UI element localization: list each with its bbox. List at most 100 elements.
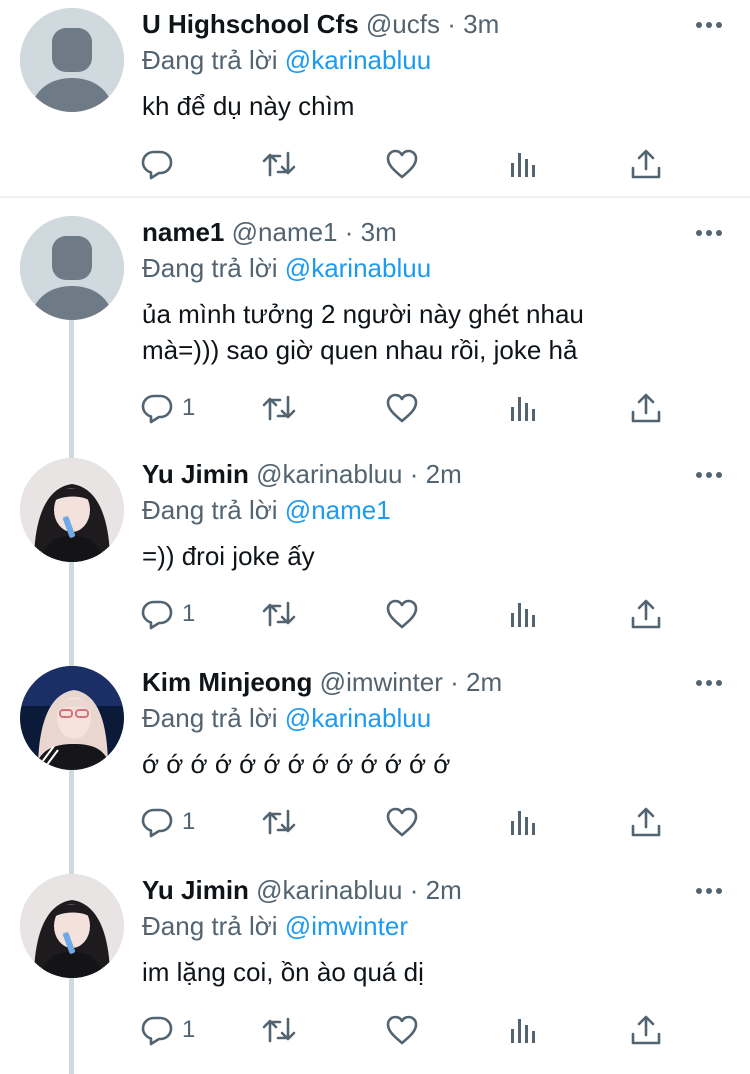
action-bar: 1 bbox=[140, 802, 680, 842]
avatar[interactable] bbox=[20, 216, 124, 320]
user-handle[interactable]: @karinabluu bbox=[256, 875, 402, 905]
tweet[interactable]: Yu Jimin @karinabluu · 2m Đang trả lời @… bbox=[0, 440, 750, 648]
more-options-button[interactable] bbox=[692, 458, 726, 492]
reply-button[interactable]: 1 bbox=[140, 388, 195, 428]
retweet-icon bbox=[262, 395, 296, 421]
avatar[interactable] bbox=[20, 8, 124, 112]
mention-link[interactable]: @name1 bbox=[285, 495, 391, 525]
retweet-button[interactable] bbox=[262, 1010, 296, 1050]
display-name[interactable]: name1 bbox=[142, 217, 224, 247]
user-handle[interactable]: @imwinter bbox=[320, 667, 443, 697]
analytics-icon bbox=[511, 397, 535, 421]
replying-to: Đang trả lời @imwinter bbox=[142, 908, 408, 944]
more-options-button[interactable] bbox=[692, 8, 726, 42]
share-icon bbox=[631, 393, 661, 423]
tweet[interactable]: U Highschool Cfs @ucfs · 3m Đang trả lời… bbox=[0, 0, 750, 196]
analytics-button[interactable] bbox=[507, 388, 541, 428]
share-button[interactable] bbox=[629, 144, 663, 184]
replying-prefix: Đang trả lời bbox=[142, 911, 278, 941]
reply-button[interactable]: 1 bbox=[140, 1010, 195, 1050]
action-bar: 1 bbox=[140, 594, 680, 634]
share-button[interactable] bbox=[629, 594, 663, 634]
avatar[interactable] bbox=[20, 458, 124, 562]
share-icon bbox=[631, 1015, 661, 1045]
display-name[interactable]: Yu Jimin bbox=[142, 875, 249, 905]
separator-dot: · bbox=[409, 875, 419, 905]
analytics-button[interactable] bbox=[507, 1010, 541, 1050]
analytics-button[interactable] bbox=[507, 802, 541, 842]
reply-button[interactable] bbox=[140, 144, 182, 184]
more-icon bbox=[696, 22, 722, 28]
tweet-text: im lặng coi, ồn ào quá dị bbox=[142, 957, 424, 987]
replying-to: Đang trả lời @karinabluu bbox=[142, 250, 431, 286]
replying-to: Đang trả lời @name1 bbox=[142, 492, 391, 528]
tweet-text: kh để dụ này chìm bbox=[142, 91, 355, 121]
timestamp[interactable]: 3m bbox=[463, 9, 499, 39]
reply-icon bbox=[141, 600, 173, 630]
more-icon bbox=[696, 230, 722, 236]
more-options-button[interactable] bbox=[692, 216, 726, 250]
tweet[interactable]: Kim Minjeong @imwinter · 2m Đang trả lời… bbox=[0, 648, 750, 856]
replying-prefix: Đang trả lời bbox=[142, 703, 278, 733]
user-handle[interactable]: @name1 bbox=[232, 217, 338, 247]
display-name[interactable]: Yu Jimin bbox=[142, 459, 249, 489]
display-name[interactable]: U Highschool Cfs bbox=[142, 9, 359, 39]
tweet-header: Kim Minjeong @imwinter · 2m bbox=[142, 664, 660, 700]
tweet[interactable]: Yu Jimin @karinabluu · 2m Đang trả lời @… bbox=[0, 856, 750, 1074]
profile-photo-icon bbox=[20, 666, 124, 770]
timestamp[interactable]: 2m bbox=[466, 667, 502, 697]
tweet-header: U Highschool Cfs @ucfs · 3m bbox=[142, 6, 660, 42]
retweet-icon bbox=[262, 809, 296, 835]
replying-prefix: Đang trả lời bbox=[142, 495, 278, 525]
avatar[interactable] bbox=[20, 874, 124, 978]
analytics-icon bbox=[511, 153, 535, 177]
action-bar bbox=[140, 144, 680, 184]
share-button[interactable] bbox=[629, 802, 663, 842]
display-name[interactable]: Kim Minjeong bbox=[142, 667, 312, 697]
like-button[interactable] bbox=[385, 1010, 419, 1050]
share-button[interactable] bbox=[629, 388, 663, 428]
analytics-icon bbox=[511, 1019, 535, 1043]
tweet-text: ớ ớ ớ ớ ớ ớ ớ ớ ớ ớ ớ ớ ớ bbox=[142, 749, 451, 779]
retweet-button[interactable] bbox=[262, 388, 296, 428]
analytics-button[interactable] bbox=[507, 144, 541, 184]
like-button[interactable] bbox=[385, 594, 419, 634]
separator-dot: · bbox=[409, 459, 419, 489]
timestamp[interactable]: 3m bbox=[361, 217, 397, 247]
user-handle[interactable]: @ucfs bbox=[366, 9, 440, 39]
timestamp[interactable]: 2m bbox=[426, 875, 462, 905]
like-button[interactable] bbox=[385, 144, 419, 184]
reply-button[interactable]: 1 bbox=[140, 802, 195, 842]
profile-photo-icon bbox=[20, 874, 124, 978]
analytics-icon bbox=[511, 811, 535, 835]
retweet-button[interactable] bbox=[262, 144, 296, 184]
more-icon bbox=[696, 680, 722, 686]
share-icon bbox=[631, 599, 661, 629]
mention-link[interactable]: @karinabluu bbox=[285, 45, 431, 75]
like-icon bbox=[386, 149, 418, 179]
like-button[interactable] bbox=[385, 388, 419, 428]
reply-count: 1 bbox=[182, 808, 196, 835]
separator-dot: · bbox=[344, 217, 354, 247]
reply-count: 1 bbox=[182, 394, 196, 421]
tweet-header: Yu Jimin @karinabluu · 2m bbox=[142, 872, 660, 908]
tweet[interactable]: name1 @name1 · 3m Đang trả lời @karinabl… bbox=[0, 198, 750, 440]
more-options-button[interactable] bbox=[692, 874, 726, 908]
avatar[interactable] bbox=[20, 666, 124, 770]
more-options-button[interactable] bbox=[692, 666, 726, 700]
reply-button[interactable]: 1 bbox=[140, 594, 195, 634]
share-button[interactable] bbox=[629, 1010, 663, 1050]
profile-photo-icon bbox=[20, 458, 124, 562]
more-icon bbox=[696, 888, 722, 894]
user-handle[interactable]: @karinabluu bbox=[256, 459, 402, 489]
mention-link[interactable]: @karinabluu bbox=[285, 253, 431, 283]
mention-link[interactable]: @karinabluu bbox=[285, 703, 431, 733]
reply-icon bbox=[141, 150, 173, 180]
timestamp[interactable]: 2m bbox=[426, 459, 462, 489]
replying-to: Đang trả lời @karinabluu bbox=[142, 700, 431, 736]
like-button[interactable] bbox=[385, 802, 419, 842]
mention-link[interactable]: @imwinter bbox=[285, 911, 408, 941]
analytics-button[interactable] bbox=[507, 594, 541, 634]
retweet-button[interactable] bbox=[262, 802, 296, 842]
retweet-button[interactable] bbox=[262, 594, 296, 634]
